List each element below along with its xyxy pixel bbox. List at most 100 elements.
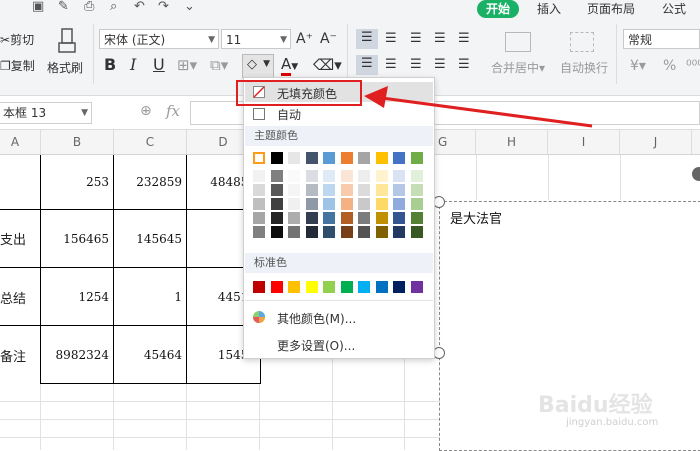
column-header-a[interactable]: A [0, 130, 41, 154]
cut-button[interactable]: ✂剪切 [0, 32, 34, 48]
theme-color-swatch[interactable] [253, 184, 265, 196]
theme-color-swatch[interactable] [410, 170, 423, 182]
tab-start[interactable]: 开始 [477, 0, 519, 18]
font-color-button[interactable]: A▼ [281, 55, 298, 76]
theme-color-swatch[interactable] [253, 152, 265, 164]
print-preview-icon[interactable]: ⌕ [110, 0, 117, 14]
font-settings-icon[interactable]: ⧉▾ [210, 57, 228, 73]
theme-color-swatch[interactable] [340, 170, 353, 182]
standard-color-swatch[interactable] [393, 281, 405, 293]
distributed-icon[interactable]: ☰ [458, 57, 470, 73]
theme-color-swatch[interactable] [375, 170, 388, 182]
theme-color-swatch[interactable] [305, 184, 318, 196]
name-box[interactable]: 本框 13 ▼ [0, 102, 92, 124]
theme-color-swatch[interactable] [270, 198, 283, 210]
standard-color-swatch[interactable] [288, 281, 300, 293]
theme-color-swatch[interactable] [410, 198, 423, 210]
standard-color-swatch[interactable] [323, 281, 335, 293]
font-size-select[interactable]: 11 ▼ [221, 29, 291, 49]
standard-color-swatch[interactable] [305, 281, 318, 293]
fx-icon[interactable]: fx [166, 102, 180, 120]
print-icon[interactable]: ⎙ [84, 0, 94, 14]
theme-color-swatch[interactable] [410, 152, 423, 164]
theme-color-swatch[interactable] [323, 198, 335, 210]
bold-button[interactable]: B [104, 57, 116, 73]
theme-color-swatch[interactable] [270, 170, 283, 182]
theme-color-swatch[interactable] [288, 152, 300, 164]
theme-color-swatch[interactable] [358, 170, 370, 182]
percent-icon[interactable]: % [663, 58, 676, 74]
align-bottom-icon[interactable]: ☰ [410, 31, 422, 47]
theme-color-swatch[interactable] [323, 212, 335, 224]
theme-color-swatch[interactable] [375, 184, 388, 196]
theme-color-swatch[interactable] [253, 198, 265, 210]
standard-color-swatch[interactable] [270, 281, 283, 293]
theme-color-swatch[interactable] [375, 152, 388, 164]
cell-c4[interactable]: 45464 [114, 326, 186, 383]
theme-color-swatch[interactable] [323, 152, 335, 164]
theme-color-swatch[interactable] [375, 212, 388, 224]
align-top-button[interactable]: ☰ [356, 29, 378, 49]
number-format-select[interactable]: 常规 [623, 29, 700, 49]
orientation-icon[interactable]: ☰ [434, 31, 446, 47]
theme-color-swatch[interactable] [305, 226, 318, 238]
border-icon[interactable]: ⊞▾ [177, 57, 197, 73]
theme-color-swatch[interactable] [288, 212, 300, 224]
cell-b4[interactable]: 8982324 [41, 326, 113, 383]
currency-icon[interactable]: ¥▾ [630, 58, 646, 74]
redo-icon[interactable]: ↷ [158, 0, 169, 14]
theme-color-swatch[interactable] [288, 184, 300, 196]
theme-color-swatch[interactable] [270, 226, 283, 238]
italic-button[interactable]: I [130, 57, 136, 73]
standard-color-swatch[interactable] [410, 281, 423, 293]
cell-b2[interactable]: 156465 [41, 210, 113, 267]
theme-color-swatch[interactable] [305, 198, 318, 210]
standard-color-swatch[interactable] [340, 281, 353, 293]
font-name-select[interactable]: 宋体 (正文) ▼ [99, 29, 219, 49]
theme-color-swatch[interactable] [393, 152, 405, 164]
theme-color-swatch[interactable] [375, 226, 388, 238]
cell-a4[interactable]: 备注 [0, 346, 26, 365]
theme-color-swatch[interactable] [340, 184, 353, 196]
cell-a2[interactable]: 支出 [0, 229, 26, 248]
standard-color-swatch[interactable] [375, 281, 388, 293]
theme-color-swatch[interactable] [288, 226, 300, 238]
theme-color-swatch[interactable] [375, 198, 388, 210]
theme-color-swatch[interactable] [288, 170, 300, 182]
underline-button[interactable]: U [153, 57, 165, 73]
theme-color-swatch[interactable] [358, 198, 370, 210]
theme-color-swatch[interactable] [393, 198, 405, 210]
wrap-text-button[interactable]: 自动换行 [560, 60, 608, 76]
cell-a3[interactable]: 总结 [0, 288, 26, 307]
theme-color-swatch[interactable] [358, 212, 370, 224]
theme-color-swatch[interactable] [323, 184, 335, 196]
theme-color-swatch[interactable] [270, 212, 283, 224]
theme-color-swatch[interactable] [358, 226, 370, 238]
theme-color-swatch[interactable] [305, 170, 318, 182]
theme-color-swatch[interactable] [305, 152, 318, 164]
align-middle-icon[interactable]: ☰ [385, 31, 397, 47]
theme-color-swatch[interactable] [410, 212, 423, 224]
column-header-j[interactable]: J [620, 130, 692, 154]
theme-color-swatch[interactable] [253, 212, 265, 224]
increase-font-icon[interactable]: A⁺ [296, 31, 313, 47]
more-settings-option[interactable]: 更多设置(O)... [245, 334, 433, 354]
cell-c2[interactable]: 145645 [114, 210, 186, 267]
fill-color-button[interactable]: ◇ ▼ [242, 54, 274, 78]
theme-color-swatch[interactable] [340, 212, 353, 224]
standard-color-swatch[interactable] [253, 281, 265, 293]
theme-color-swatch[interactable] [410, 226, 423, 238]
rotate-handle[interactable] [692, 167, 700, 181]
column-header-b[interactable]: B [41, 130, 114, 154]
cell-b1[interactable]: 253 [41, 155, 113, 209]
theme-color-swatch[interactable] [393, 212, 405, 224]
theme-color-swatch[interactable] [340, 152, 353, 164]
wps-icon[interactable]: ✎ [58, 0, 69, 14]
theme-color-swatch[interactable] [323, 226, 335, 238]
tab-formula[interactable]: 公式 [662, 0, 686, 18]
theme-color-swatch[interactable] [253, 170, 265, 182]
align-center-icon[interactable]: ☰ [385, 57, 397, 73]
cell-c1[interactable]: 232859 [114, 155, 186, 209]
theme-color-swatch[interactable] [358, 184, 370, 196]
clear-format-icon[interactable]: ⌫▾ [313, 57, 342, 73]
